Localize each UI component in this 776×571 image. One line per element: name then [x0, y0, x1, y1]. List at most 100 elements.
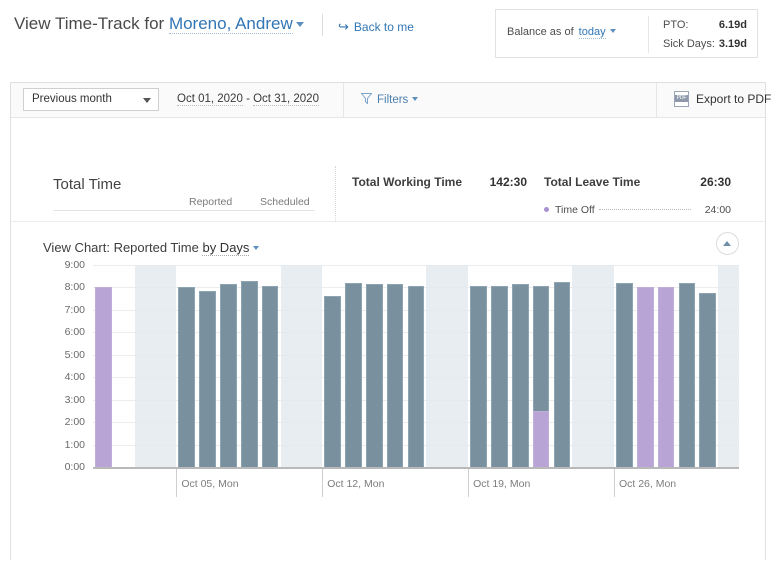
- chart-bar[interactable]: [324, 296, 341, 467]
- chart-bar[interactable]: [386, 284, 404, 467]
- chart-bar[interactable]: [240, 280, 258, 467]
- balance-divider: [648, 16, 649, 53]
- col-header-reported: Reported: [189, 196, 233, 208]
- y-axis-tick-label: 9:00: [64, 259, 85, 271]
- chart-bar[interactable]: [532, 286, 550, 467]
- funnel-icon: [361, 93, 372, 104]
- chart-plot-area: [93, 265, 739, 469]
- pto-value: 6.19d: [718, 19, 747, 31]
- chart-bar[interactable]: [636, 287, 654, 467]
- weekend-band: [426, 265, 448, 467]
- sick-days-value: 3.19d: [718, 38, 747, 50]
- pto-label: PTO:: [663, 19, 689, 31]
- bar-segment-work: [407, 286, 425, 467]
- y-axis-tick-label: 1:00: [64, 438, 85, 451]
- chart-bar[interactable]: [178, 287, 196, 467]
- collapse-chart-button[interactable]: [716, 232, 739, 255]
- y-axis: 0:00 1:00 2:00 3:00 4:00 5:00 6:00 7:00 8:00 9:00: [11, 260, 93, 475]
- chevron-down-icon: [412, 97, 419, 101]
- chart-bar[interactable]: [470, 286, 487, 467]
- bar-segment-work: [261, 286, 279, 467]
- chevron-down-icon[interactable]: [295, 21, 304, 27]
- bar-segment-work: [699, 293, 717, 467]
- dot-leader: [598, 209, 691, 210]
- y-axis-tick-label: 5:00: [64, 348, 85, 361]
- col-header-scheduled: Scheduled: [260, 196, 310, 208]
- chart-bar[interactable]: [407, 286, 425, 467]
- date-range: Oct 01, 2020 - Oct 31, 2020: [177, 93, 319, 106]
- chart-section: View Chart: Reported Time by Days 0:00 1:…: [11, 222, 765, 562]
- back-arrow-icon: ↪: [338, 19, 349, 34]
- chart-grouping-selector[interactable]: by Days: [202, 240, 250, 256]
- sick-days-label: Sick Days:: [663, 38, 715, 50]
- weekend-band: [134, 265, 156, 467]
- total-leave-time-value: 26:30: [700, 175, 731, 189]
- chart-bar[interactable]: [365, 284, 383, 467]
- chart-bar[interactable]: [657, 287, 675, 467]
- bar-segment-leave: [532, 410, 550, 467]
- y-axis-tick-label: 3:00: [64, 393, 85, 406]
- chart-bar[interactable]: [345, 282, 362, 467]
- summary-panel: Total Time Reported Scheduled for Octobe…: [11, 118, 765, 254]
- x-axis-tick-label: Oct 05, Mon: [181, 478, 239, 490]
- weekend-band: [718, 265, 739, 467]
- chart-bar[interactable]: [616, 282, 633, 467]
- bar-segment-work: [240, 280, 258, 467]
- page-title-prefix: View Time-Track for: [14, 14, 165, 33]
- y-axis-tick-label: 2:00: [64, 416, 85, 429]
- balance-box: Balance as of today PTO: 6.19d Sick Days:…: [495, 9, 758, 58]
- back-to-me-label: Back to me: [353, 20, 414, 34]
- date-from[interactable]: Oct 01, 2020: [177, 93, 243, 106]
- x-axis-tick-label: Oct 12, Mon: [327, 478, 385, 490]
- gridline: [93, 265, 739, 266]
- y-axis-tick-label: 6:00: [64, 326, 85, 339]
- date-to[interactable]: Oct 31, 2020: [253, 93, 319, 106]
- chart-plot-wrapper: 0:00 1:00 2:00 3:00 4:00 5:00 6:00 7:00 8:00 9:00…: [11, 260, 765, 515]
- chart-bar[interactable]: [553, 281, 571, 467]
- bar-segment-work: [678, 282, 696, 467]
- toolbar: Previous month Oct 01, 2020 - Oct 31, 20…: [11, 83, 771, 118]
- bar-segment-work: [386, 284, 404, 467]
- chart-bar[interactable]: [199, 290, 216, 467]
- x-axis-tick-label: Oct 26, Mon: [618, 478, 677, 490]
- bar-segment-work: [199, 290, 216, 467]
- bar-segment-work: [532, 286, 550, 411]
- back-to-me-link[interactable]: ↪ Back to me: [338, 19, 414, 35]
- balance-as-of-label: Balance as of: [507, 26, 574, 38]
- bar-segment-leave: [95, 287, 112, 467]
- chart-bar[interactable]: [699, 293, 717, 467]
- chart-heading: View Chart: Reported Time by Days: [43, 240, 260, 256]
- bar-segment-work: [324, 296, 341, 467]
- leave-breakdown-row: Time Off 24:00: [544, 204, 731, 216]
- leave-type-name: Time Off: [555, 204, 595, 216]
- bar-segment-work: [178, 287, 196, 467]
- page-title: View Time-Track for Moreno, Andrew: [14, 14, 304, 34]
- balance-as-of-value[interactable]: today: [578, 26, 606, 39]
- weekend-band: [593, 265, 614, 467]
- chart-bar[interactable]: [261, 286, 279, 467]
- weekend-band: [301, 265, 323, 467]
- weekend-band: [447, 265, 469, 467]
- export-to-pdf-button[interactable]: Export to PDF: [674, 91, 771, 107]
- bar-segment-work: [553, 281, 571, 467]
- y-axis-tick-label: 4:00: [64, 371, 85, 384]
- y-axis-tick-label: 7:00: [64, 303, 85, 316]
- filters-button[interactable]: Filters: [361, 93, 419, 106]
- chevron-down-icon[interactable]: [609, 29, 616, 33]
- chevron-down-icon: [143, 98, 151, 103]
- date-dash: -: [246, 93, 250, 105]
- chevron-down-icon[interactable]: [253, 246, 260, 250]
- chart-heading-prefix: View Chart: Reported Time: [43, 240, 199, 255]
- bar-segment-work: [345, 282, 362, 467]
- period-select-value: Previous month: [32, 93, 112, 105]
- period-select[interactable]: Previous month: [23, 88, 159, 111]
- employee-selector-link[interactable]: Moreno, Andrew: [168, 14, 293, 34]
- chart-bar[interactable]: [491, 286, 508, 467]
- filters-label: Filters: [377, 94, 409, 106]
- chart-bar[interactable]: [511, 284, 529, 467]
- bar-segment-work: [365, 284, 383, 467]
- chart-bar[interactable]: [220, 284, 237, 467]
- chart-bar[interactable]: [95, 287, 112, 467]
- chart-bar[interactable]: [678, 282, 696, 467]
- x-axis-tick-label: Oct 19, Mon: [473, 478, 531, 490]
